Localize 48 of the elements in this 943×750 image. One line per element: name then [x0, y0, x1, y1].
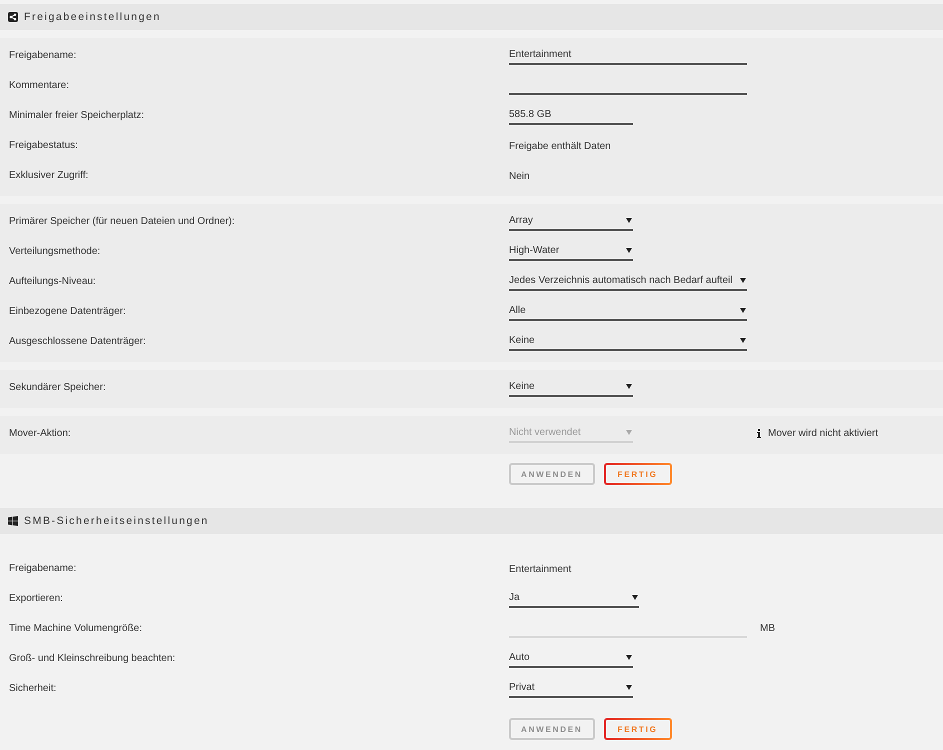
field-label: Sicherheit: [9, 682, 56, 694]
field-label: Freigabestatus: [9, 140, 78, 150]
section-title: SMB-Sicherheitseinstellungen [24, 515, 209, 527]
windows-logo-icon [8, 516, 18, 526]
caret-icon [626, 684, 632, 690]
caret-icon [626, 654, 632, 660]
caret-icon [740, 338, 746, 342]
field-value: Nein [509, 171, 530, 182]
caret-icon [626, 218, 632, 222]
field-label: Freigabename: [9, 50, 76, 60]
field-label: Primärer Speicher (für neuen Dateien und Ordner): [9, 216, 235, 226]
caret-icon [626, 384, 632, 388]
caret-icon [740, 308, 746, 312]
dropdown[interactable]: High-Water [509, 241, 633, 261]
dropdown[interactable]: Keine [509, 377, 633, 397]
section-title: Freigabeeinstellungen [24, 11, 161, 23]
field-value: Entertainment [509, 564, 572, 575]
field-label: Freigabename: [9, 562, 76, 574]
field-label: Minimaler freier Speicherplatz: [9, 110, 144, 120]
dropdown[interactable]: Jedes Verzeichnis automatisch nach Bedarf aufteil [509, 271, 747, 291]
caret-icon [632, 594, 638, 600]
field-label: Einbezogene Datenträger: [9, 306, 126, 316]
field-label: Exklusiver Zugriff: [9, 170, 88, 180]
field-label: Kommentare: [9, 80, 70, 90]
text-field[interactable]: 585.8 GB [509, 105, 633, 125]
caret-icon [626, 248, 632, 252]
field-value: Freigabe enthält Daten [509, 141, 611, 152]
caret-icon [626, 430, 632, 434]
dropdown[interactable]: Ja [509, 588, 639, 608]
field-label: Time Machine Volumengröße: [9, 622, 142, 634]
dropdown[interactable]: Keine [509, 331, 747, 351]
info-text: Mover wird nicht aktiviert [768, 428, 878, 438]
field-label: Mover-Aktion: [9, 428, 71, 438]
text-field[interactable]: Entertainment [509, 45, 747, 65]
field-label: Verteilungsmethode: [9, 246, 100, 256]
dropdown[interactable]: Alle [509, 301, 747, 321]
dropdown[interactable]: Auto [509, 648, 633, 668]
dropdown[interactable]: Array [509, 211, 633, 231]
field-label: Aufteilungs-Niveau: [9, 276, 96, 286]
share-icon [8, 12, 18, 22]
unit-label: MB [760, 622, 775, 634]
field-label: Groß- und Kleinschreibung beachten: [9, 652, 176, 664]
caret-icon [740, 278, 746, 282]
dropdown[interactable]: Privat [509, 678, 633, 698]
field-label: Exportieren: [9, 592, 63, 604]
info-icon [757, 428, 761, 438]
field-label: Sekundärer Speicher: [9, 382, 106, 392]
field-label: Ausgeschlossene Datenträger: [9, 336, 146, 346]
